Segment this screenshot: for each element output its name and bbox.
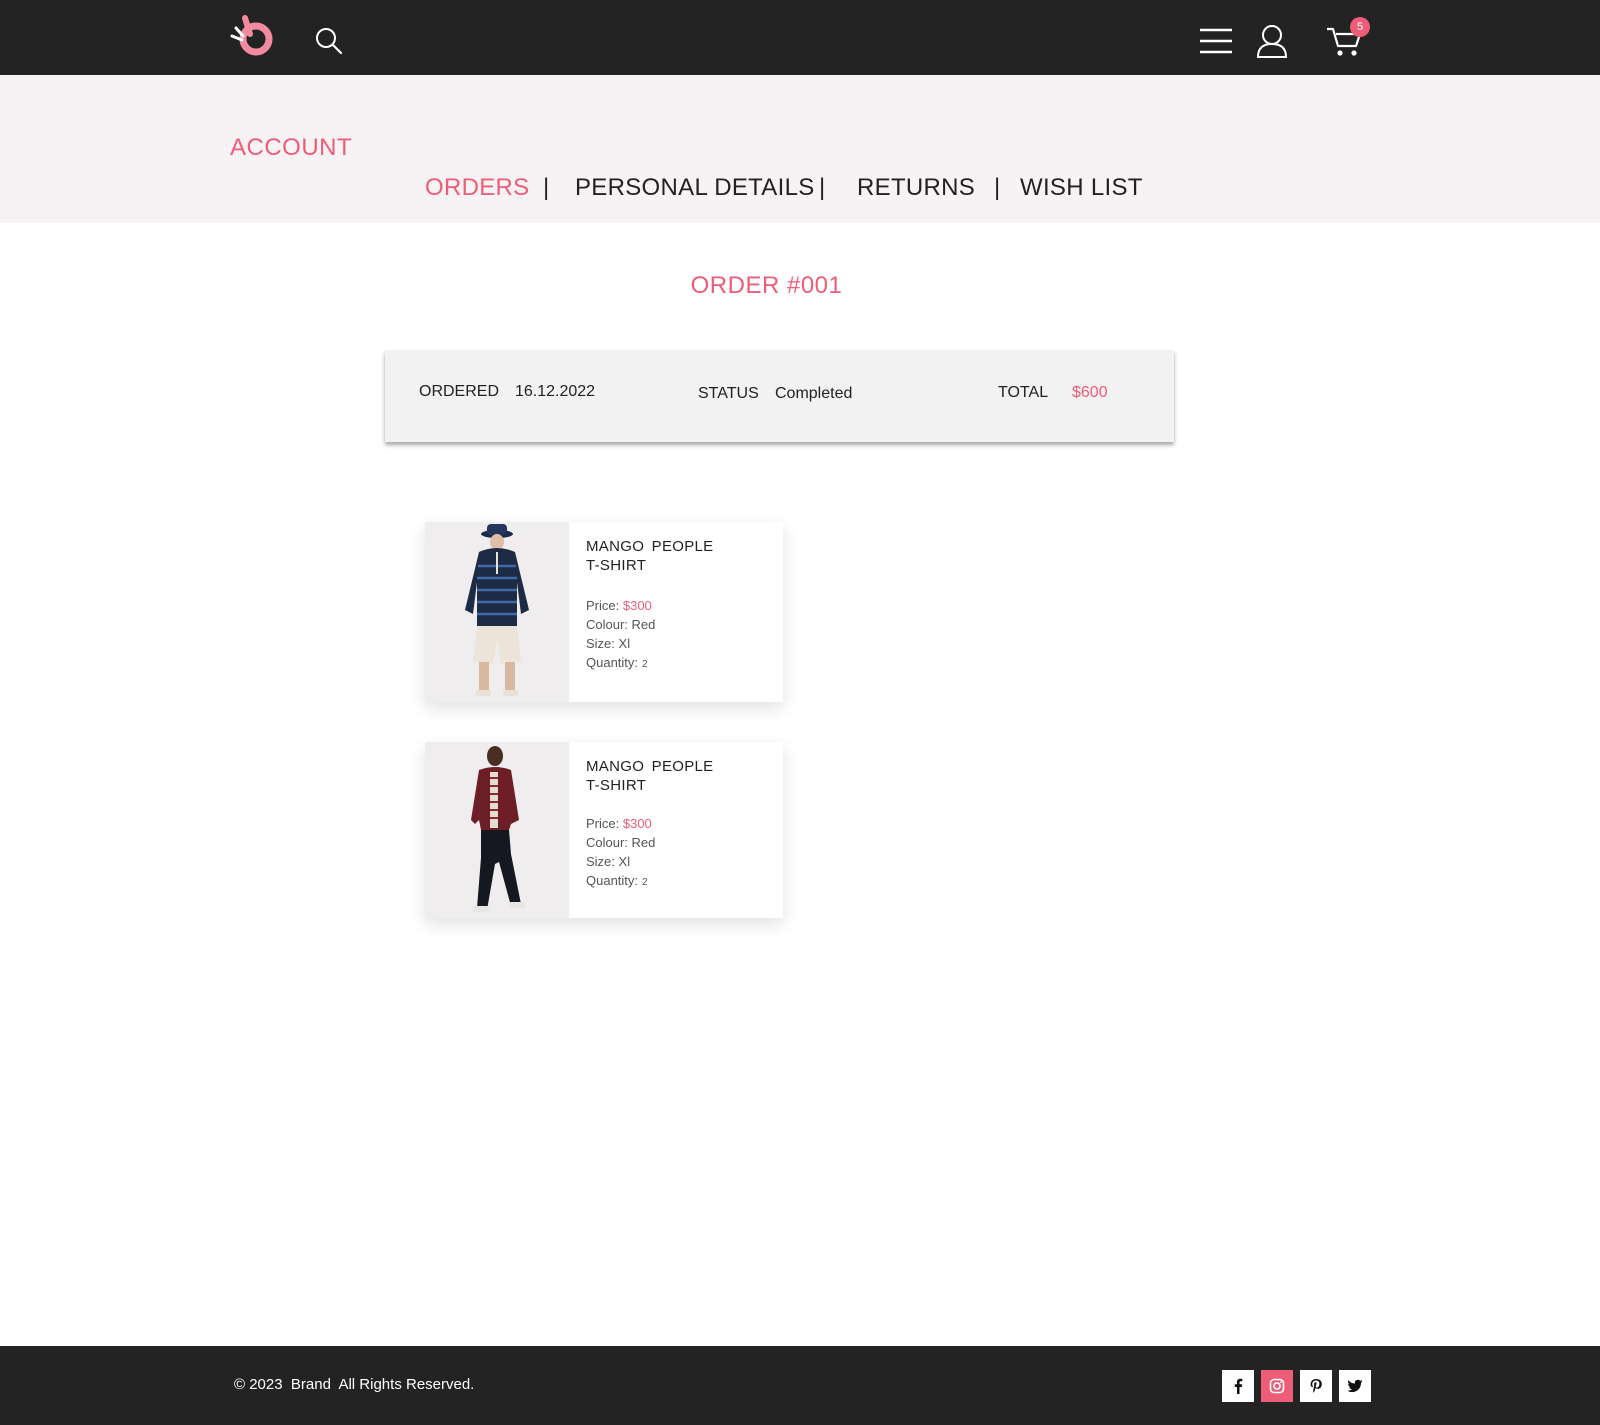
size-label: Size: — [586, 854, 615, 869]
footer: © 2023 Brand All Rights Reserved. — [0, 1346, 1600, 1425]
search-icon[interactable] — [314, 26, 344, 56]
quantity-row: Quantity: 2 — [586, 871, 655, 892]
product-name-line1: MANGO PEOPLE — [586, 538, 714, 555]
quantity-value: 2 — [642, 659, 648, 670]
product-image[interactable] — [425, 742, 569, 918]
colour-value: Red — [631, 617, 656, 632]
price-value: $300 — [622, 598, 652, 613]
quantity-label: Quantity: — [586, 873, 639, 888]
size-row: Size: Xl — [586, 634, 655, 653]
account-title: ACCOUNT — [230, 134, 353, 161]
price-label: Price: — [586, 598, 620, 613]
order-item-card[interactable]: MANGO PEOPLE T-SHIRT Price: $300 Colour:… — [425, 522, 783, 702]
size-value: Xl — [618, 636, 631, 651]
tab-separator: | — [543, 174, 550, 201]
order-summary: ORDERED 16.12.2022 STATUS Completed TOTA… — [385, 350, 1174, 442]
tab-separator: | — [994, 174, 1001, 201]
size-value: Xl — [618, 854, 631, 869]
account-tabs: ORDERS | PERSONAL DETAILS | RETURNS | WI… — [0, 174, 1600, 206]
status-label: STATUS — [698, 385, 759, 402]
product-name-line2: T-SHIRT — [586, 557, 647, 574]
facebook-icon[interactable] — [1222, 1370, 1254, 1402]
tab-wish-list[interactable]: WISH LIST — [1020, 174, 1143, 202]
price-row: Price: $300 — [586, 596, 655, 615]
tab-orders[interactable]: ORDERS — [425, 174, 529, 202]
user-icon[interactable] — [1256, 24, 1288, 58]
copyright-text: © 2023 Brand All Rights Reserved. — [234, 1376, 475, 1393]
product-name[interactable]: MANGO PEOPLE T-SHIRT — [586, 757, 766, 795]
colour-label: Colour: — [586, 617, 628, 632]
quantity-value: 2 — [642, 877, 648, 888]
product-image[interactable] — [425, 522, 569, 702]
price-label: Price: — [586, 816, 620, 831]
size-row: Size: Xl — [586, 852, 655, 871]
product-name-line2: T-SHIRT — [586, 777, 647, 794]
order-title: ORDER #001 — [690, 272, 843, 299]
twitter-icon[interactable] — [1339, 1370, 1371, 1402]
product-attributes: Price: $300 Colour: Red Size: Xl Quantit… — [586, 814, 655, 892]
status-value: Completed — [775, 385, 853, 402]
colour-label: Colour: — [586, 835, 628, 850]
quantity-row: Quantity: 2 — [586, 653, 655, 674]
colour-row: Colour: Red — [586, 615, 655, 634]
hamburger-menu-icon[interactable] — [1199, 27, 1233, 55]
colour-value: Red — [631, 835, 656, 850]
product-name-line1: MANGO PEOPLE — [586, 758, 714, 775]
product-name[interactable]: MANGO PEOPLE T-SHIRT — [586, 537, 766, 575]
top-header: 5 — [0, 0, 1600, 75]
cart-count-badge[interactable]: 5 — [1350, 17, 1370, 37]
pinterest-icon[interactable] — [1300, 1370, 1332, 1402]
price-value: $300 — [622, 816, 652, 831]
total-value: $600 — [1072, 384, 1108, 401]
price-row: Price: $300 — [586, 814, 655, 833]
tab-separator: | — [819, 174, 826, 201]
tab-personal-details[interactable]: PERSONAL DETAILS — [575, 174, 815, 202]
brand-logo-icon[interactable] — [228, 14, 278, 58]
colour-row: Colour: Red — [586, 833, 655, 852]
tab-returns[interactable]: RETURNS — [857, 174, 975, 202]
page: 5 ACCOUNT ORDERS | PERSONAL DETAILS | RE… — [0, 0, 1600, 1425]
total-label: TOTAL — [998, 384, 1049, 401]
order-item-card[interactable]: MANGO PEOPLE T-SHIRT Price: $300 Colour:… — [425, 742, 783, 918]
size-label: Size: — [586, 636, 615, 651]
product-attributes: Price: $300 Colour: Red Size: Xl Quantit… — [586, 596, 655, 674]
quantity-label: Quantity: — [586, 655, 639, 670]
ordered-date: 16.12.2022 — [515, 383, 596, 400]
ordered-label: ORDERED — [419, 383, 500, 400]
instagram-icon[interactable] — [1261, 1370, 1293, 1402]
account-section: ACCOUNT ORDERS | PERSONAL DETAILS | RETU… — [0, 75, 1600, 223]
